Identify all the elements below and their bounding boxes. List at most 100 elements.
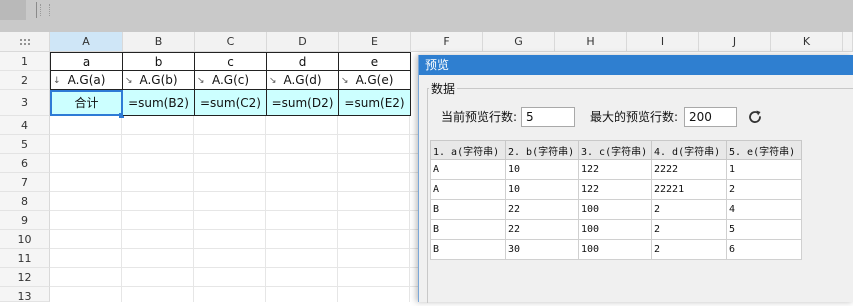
row-header-13[interactable]: 13: [0, 287, 50, 303]
cell-d3[interactable]: =sum(D2): [267, 90, 339, 116]
preview-data-table: 1. a(字符串) 2. b(字符串) 3. c(字符串) 4. d(字符串) …: [430, 140, 802, 260]
column-header-cell[interactable]: 2. b(字符串): [505, 140, 579, 160]
row-header-3[interactable]: 3: [0, 90, 50, 116]
column-header-cell[interactable]: 3. c(字符串): [578, 140, 652, 160]
table-cell: 2: [651, 199, 727, 220]
toolbar-panel: [0, 0, 26, 20]
column-header-i[interactable]: I: [627, 32, 699, 52]
expand-down-icon: ↘: [269, 76, 277, 86]
column-header-e[interactable]: E: [339, 32, 411, 52]
row-header-2[interactable]: 2: [0, 71, 50, 90]
cell-b2-text: A.G(b): [139, 73, 178, 87]
cell-b3[interactable]: =sum(B2): [123, 90, 195, 116]
table-cell: 6: [726, 239, 802, 260]
row-header-6[interactable]: 6: [0, 154, 50, 173]
column-header-cell[interactable]: 5. e(字符串): [726, 140, 802, 160]
table-cell: 100: [578, 239, 652, 260]
max-rows-label: 最大的预览行数:: [590, 110, 679, 124]
cell-c2[interactable]: ↘ A.G(c): [195, 71, 267, 90]
table-cell: A: [430, 179, 506, 200]
cell-e2-text: A.G(e): [355, 73, 394, 87]
data-group-label: 数据: [429, 80, 458, 97]
table-row[interactable]: A 10 122 22221 2: [430, 179, 802, 200]
empty-grid[interactable]: [50, 116, 418, 302]
cell-e2[interactable]: ↘ A.G(e): [339, 71, 411, 90]
column-header-cell[interactable]: 4. d(字符串): [651, 140, 727, 160]
row-header-12[interactable]: 12: [0, 268, 50, 287]
toolbar: [0, 0, 853, 33]
cell-c2-text: A.G(c): [211, 73, 250, 87]
table-row[interactable]: B 22 100 2 5: [430, 219, 802, 240]
column-header-f[interactable]: F: [411, 32, 483, 52]
table-cell: 100: [578, 199, 652, 220]
row-header-10[interactable]: 10: [0, 230, 50, 249]
row-header-4[interactable]: 4: [0, 116, 50, 135]
table-cell: 1: [726, 159, 802, 180]
expand-down-icon: ↘: [125, 76, 133, 86]
column-header-l[interactable]: [843, 32, 853, 52]
column-header-h[interactable]: H: [555, 32, 627, 52]
grid-dots-icon: [19, 38, 31, 46]
table-cell: 22: [505, 199, 579, 220]
table-cell: 122: [578, 159, 652, 180]
table-cell: B: [430, 239, 506, 260]
column-header-b[interactable]: B: [123, 32, 195, 52]
table-cell: A: [430, 159, 506, 180]
refresh-icon[interactable]: [746, 108, 764, 126]
column-header-j[interactable]: J: [699, 32, 771, 52]
table-row[interactable]: B 30 100 2 6: [430, 239, 802, 260]
table-cell: 122: [578, 179, 652, 200]
dialog-title[interactable]: 预览: [419, 55, 853, 75]
column-header-g[interactable]: G: [483, 32, 555, 52]
row-header-11[interactable]: 11: [0, 249, 50, 268]
cell-c3[interactable]: =sum(C2): [195, 90, 267, 116]
select-all-corner[interactable]: [0, 32, 50, 52]
cell-b2[interactable]: ↘ A.G(b): [123, 71, 195, 90]
table-header-row: 1. a(字符串) 2. b(字符串) 3. c(字符串) 4. d(字符串) …: [430, 140, 802, 160]
table-cell: 100: [578, 219, 652, 240]
row-header-5[interactable]: 5: [0, 135, 50, 154]
cell-a2[interactable]: ↓ A.G(a): [50, 71, 123, 90]
cell-d2[interactable]: ↘ A.G(d): [267, 71, 339, 90]
table-cell: 5: [726, 219, 802, 240]
column-header-d[interactable]: D: [267, 32, 339, 52]
table-cell: B: [430, 219, 506, 240]
expand-down-icon: ↓: [53, 76, 61, 86]
table-cell: 22: [505, 219, 579, 240]
current-rows-label: 当前预览行数:: [441, 110, 518, 124]
cell-a1[interactable]: a: [50, 52, 123, 71]
table-cell: 2222: [651, 159, 727, 180]
cell-b1[interactable]: b: [123, 52, 195, 71]
cell-c1[interactable]: c: [195, 52, 267, 71]
row-header-1[interactable]: 1: [0, 52, 50, 71]
cell-d2-text: A.G(d): [283, 73, 322, 87]
row-header-7[interactable]: 7: [0, 173, 50, 192]
column-header-c[interactable]: C: [195, 32, 267, 52]
column-header-k[interactable]: K: [771, 32, 843, 52]
toolbar-grip-icon[interactable]: [40, 4, 50, 16]
expand-down-icon: ↘: [197, 76, 205, 86]
table-row[interactable]: B 22 100 2 4: [430, 199, 802, 220]
table-cell: 2: [726, 179, 802, 200]
table-cell: 10: [505, 159, 579, 180]
table-cell: 30: [505, 239, 579, 260]
cell-e1[interactable]: e: [339, 52, 411, 71]
table-cell: 22221: [651, 179, 727, 200]
table-cell: B: [430, 199, 506, 220]
table-cell: 2: [651, 239, 727, 260]
column-header-cell[interactable]: 1. a(字符串): [430, 140, 506, 160]
row-header-8[interactable]: 8: [0, 192, 50, 211]
cell-d1[interactable]: d: [267, 52, 339, 71]
current-rows-input[interactable]: 5: [521, 107, 575, 127]
cell-e3[interactable]: =sum(E2): [339, 90, 411, 116]
cell-a2-text: A.G(a): [67, 73, 106, 87]
expand-down-icon: ↘: [341, 76, 349, 86]
table-cell: 10: [505, 179, 579, 200]
max-rows-input[interactable]: 200: [684, 107, 737, 127]
cell-a3[interactable]: 合计: [50, 90, 123, 116]
table-cell: 4: [726, 199, 802, 220]
table-row[interactable]: A 10 122 2222 1: [430, 159, 802, 180]
column-header-a[interactable]: A: [50, 32, 123, 52]
row-header-9[interactable]: 9: [0, 211, 50, 230]
toolbar-separator: [36, 2, 37, 18]
